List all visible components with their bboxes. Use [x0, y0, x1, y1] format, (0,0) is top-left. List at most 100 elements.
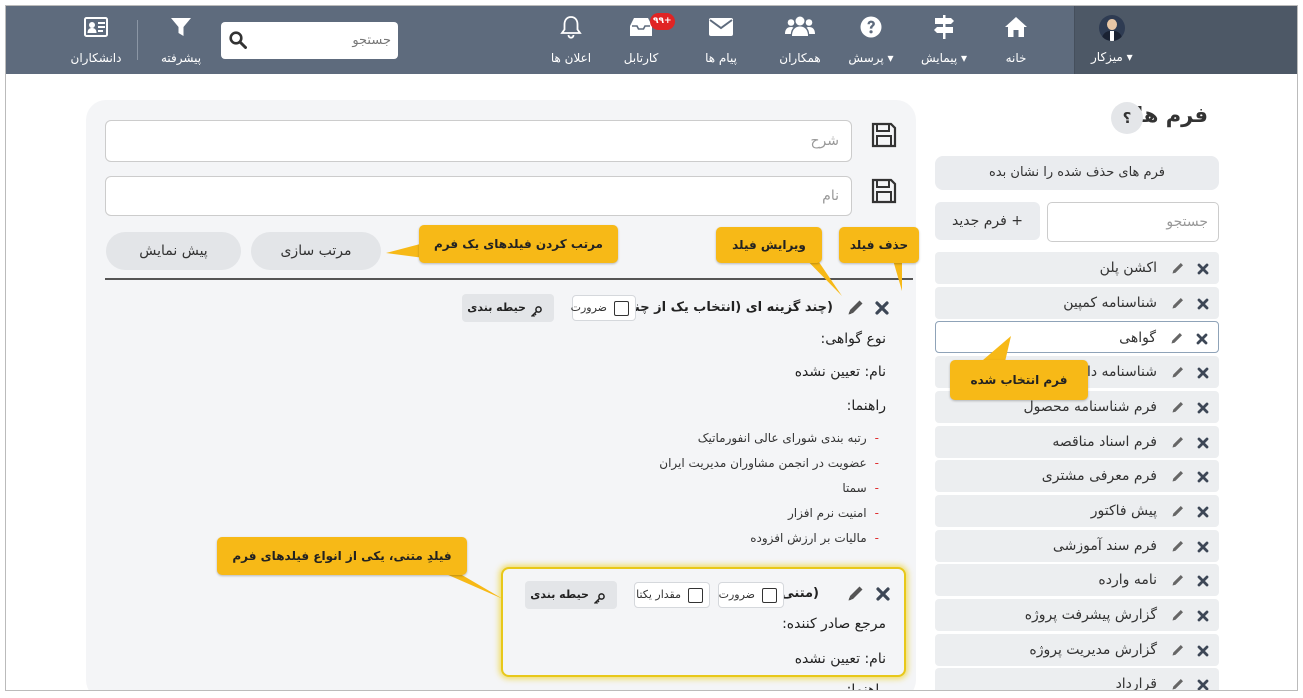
unique-value-checkbox[interactable]: مقدار یکتا: [634, 582, 710, 608]
delete-form-icon[interactable]: [1196, 330, 1208, 349]
search-icon[interactable]: [229, 31, 247, 53]
sort-button[interactable]: مرتب سازی: [251, 232, 381, 270]
field-2-title: مرجع صادر کننده:: [782, 616, 886, 632]
key-icon: [530, 301, 542, 329]
edit-form-icon[interactable]: [1171, 676, 1185, 690]
edit-form-icon[interactable]: [1171, 364, 1185, 383]
description-input[interactable]: [106, 121, 851, 161]
edit-form-icon[interactable]: [1171, 434, 1185, 453]
form-list-item[interactable]: فرم اسناد مناقصه: [935, 426, 1219, 458]
grouping-button[interactable]: حیطه بندی: [462, 294, 554, 322]
required-checkbox[interactable]: ضرورت: [571, 295, 636, 321]
callout-delete-field: حذف فیلد: [839, 227, 919, 263]
checkbox-square[interactable]: [688, 588, 703, 603]
checkbox-square[interactable]: [614, 301, 629, 316]
delete-form-icon[interactable]: [1197, 260, 1209, 279]
form-name: فرم سند آموزشی: [1052, 538, 1157, 554]
option-item: -مالیات بر ارزش افزوده: [750, 531, 879, 545]
envelope-icon: [686, 15, 756, 39]
forms-search-input[interactable]: [1048, 203, 1218, 241]
delete-form-icon[interactable]: [1197, 538, 1209, 557]
option-label: امنیت نرم افزار: [788, 506, 867, 520]
delete-form-icon[interactable]: [1197, 295, 1209, 314]
form-list-item[interactable]: پیش فاکتور: [935, 495, 1219, 527]
delete-field-icon[interactable]: [875, 300, 889, 319]
help-button[interactable]: ؟: [1111, 102, 1143, 134]
delete-form-icon[interactable]: [1197, 676, 1209, 690]
nav-notifications[interactable]: اعلان ها: [536, 6, 606, 74]
form-name: شناسنامه کمپین: [1063, 295, 1157, 311]
nav-cartable[interactable]: ۹۹+ کارتابل: [606, 6, 676, 74]
user-menu[interactable]: میزکار ▾: [1074, 6, 1297, 74]
save-name-icon[interactable]: [871, 178, 897, 208]
form-list-item[interactable]: فرم سند آموزشی: [935, 530, 1219, 562]
question-icon: [836, 15, 906, 39]
home-icon: [981, 15, 1051, 39]
delete-form-icon[interactable]: [1197, 399, 1209, 418]
edit-form-icon[interactable]: [1171, 538, 1185, 557]
nav-questions[interactable]: پرسش ▾: [836, 6, 906, 74]
form-name: گزارش مدیریت پروژه: [1029, 642, 1157, 658]
bullet-dash: -: [874, 456, 879, 470]
callout-edit-field: ویرایش فیلد: [716, 227, 822, 263]
form-name: فرم معرفی مشتری: [1041, 468, 1157, 484]
edit-form-icon[interactable]: [1171, 295, 1185, 314]
form-list-item[interactable]: نامه وارده: [935, 564, 1219, 596]
nav-messages[interactable]: پیام ها: [686, 6, 756, 74]
delete-form-icon[interactable]: [1197, 468, 1209, 487]
form-list-item[interactable]: گزارش پیشرفت پروژه: [935, 599, 1219, 631]
field-guide: راهنما:: [846, 398, 886, 414]
edit-form-icon[interactable]: [1171, 607, 1185, 626]
new-form-button[interactable]: + فرم جدید: [935, 202, 1040, 240]
delete-form-icon[interactable]: [1197, 503, 1209, 522]
delete-field-2-icon[interactable]: [876, 586, 890, 605]
delete-form-icon[interactable]: [1197, 572, 1209, 591]
top-navbar: میزکار ▾ خانه پیمایش ▾ پرسش ▾ همکاران پی…: [6, 6, 1297, 74]
edit-form-icon[interactable]: [1171, 399, 1185, 418]
preview-button[interactable]: پیش نمایش: [106, 232, 241, 270]
grouping-button-2[interactable]: حیطه بندی: [525, 581, 617, 609]
name-input[interactable]: [106, 177, 851, 215]
delete-form-icon[interactable]: [1197, 607, 1209, 626]
description-field: [105, 120, 852, 162]
nav-home[interactable]: خانه: [981, 6, 1051, 74]
bullet-dash: -: [874, 506, 879, 520]
checkbox-square[interactable]: [762, 588, 777, 603]
required-checkbox-2[interactable]: ضرورت: [718, 582, 784, 608]
edit-form-icon[interactable]: [1171, 572, 1185, 591]
form-list-item[interactable]: گواهی: [935, 321, 1219, 353]
edit-field-icon[interactable]: [847, 298, 865, 320]
form-list-item[interactable]: گزارش مدیریت پروژه: [935, 634, 1219, 666]
option-label: رتبه بندی شورای عالی انفورماتیک: [697, 431, 867, 445]
form-name: گزارش پیشرفت پروژه: [1024, 607, 1157, 623]
edit-form-icon[interactable]: [1171, 468, 1185, 487]
delete-form-icon[interactable]: [1197, 364, 1209, 383]
option-item: -سمتا: [842, 481, 879, 495]
delete-form-icon[interactable]: [1197, 642, 1209, 661]
option-label: عضویت در انجمن مشاوران مدیریت ایران: [659, 456, 867, 470]
show-deleted-forms-button[interactable]: فرم های حذف شده را نشان بده: [935, 156, 1219, 190]
edit-form-icon[interactable]: [1171, 260, 1185, 279]
form-list-item[interactable]: اکشن پلن: [935, 252, 1219, 284]
edit-form-icon[interactable]: [1171, 503, 1185, 522]
signpost-icon: [906, 15, 982, 39]
form-name: نامه وارده: [1098, 572, 1157, 588]
save-description-icon[interactable]: [871, 122, 897, 152]
edit-form-icon[interactable]: [1170, 330, 1184, 349]
edit-form-icon[interactable]: [1171, 642, 1185, 661]
delete-form-icon[interactable]: [1197, 434, 1209, 453]
cartable-badge: ۹۹+: [650, 13, 675, 30]
app-window: میزکار ▾ خانه پیمایش ▾ پرسش ▾ همکاران پی…: [5, 5, 1298, 691]
nav-advanced[interactable]: پیشرفته: [151, 6, 211, 74]
nav-scholars[interactable]: دانشکاران: [61, 6, 131, 74]
form-list-item[interactable]: شناسنامه کمپین: [935, 287, 1219, 319]
id-card-icon: [61, 15, 131, 39]
nav-colleagues[interactable]: همکاران: [764, 6, 836, 74]
callout-text-field: فیلدِ متنی، یکی از انواع فیلدهای فرم: [217, 537, 467, 575]
top-search-input[interactable]: [251, 22, 391, 59]
nav-navigation[interactable]: پیمایش ▾: [906, 6, 982, 74]
form-list-item[interactable]: قرارداد: [935, 668, 1219, 690]
option-label: مالیات بر ارزش افزوده: [750, 531, 867, 545]
form-list-item[interactable]: فرم معرفی مشتری: [935, 460, 1219, 492]
edit-field-2-icon[interactable]: [847, 584, 865, 606]
